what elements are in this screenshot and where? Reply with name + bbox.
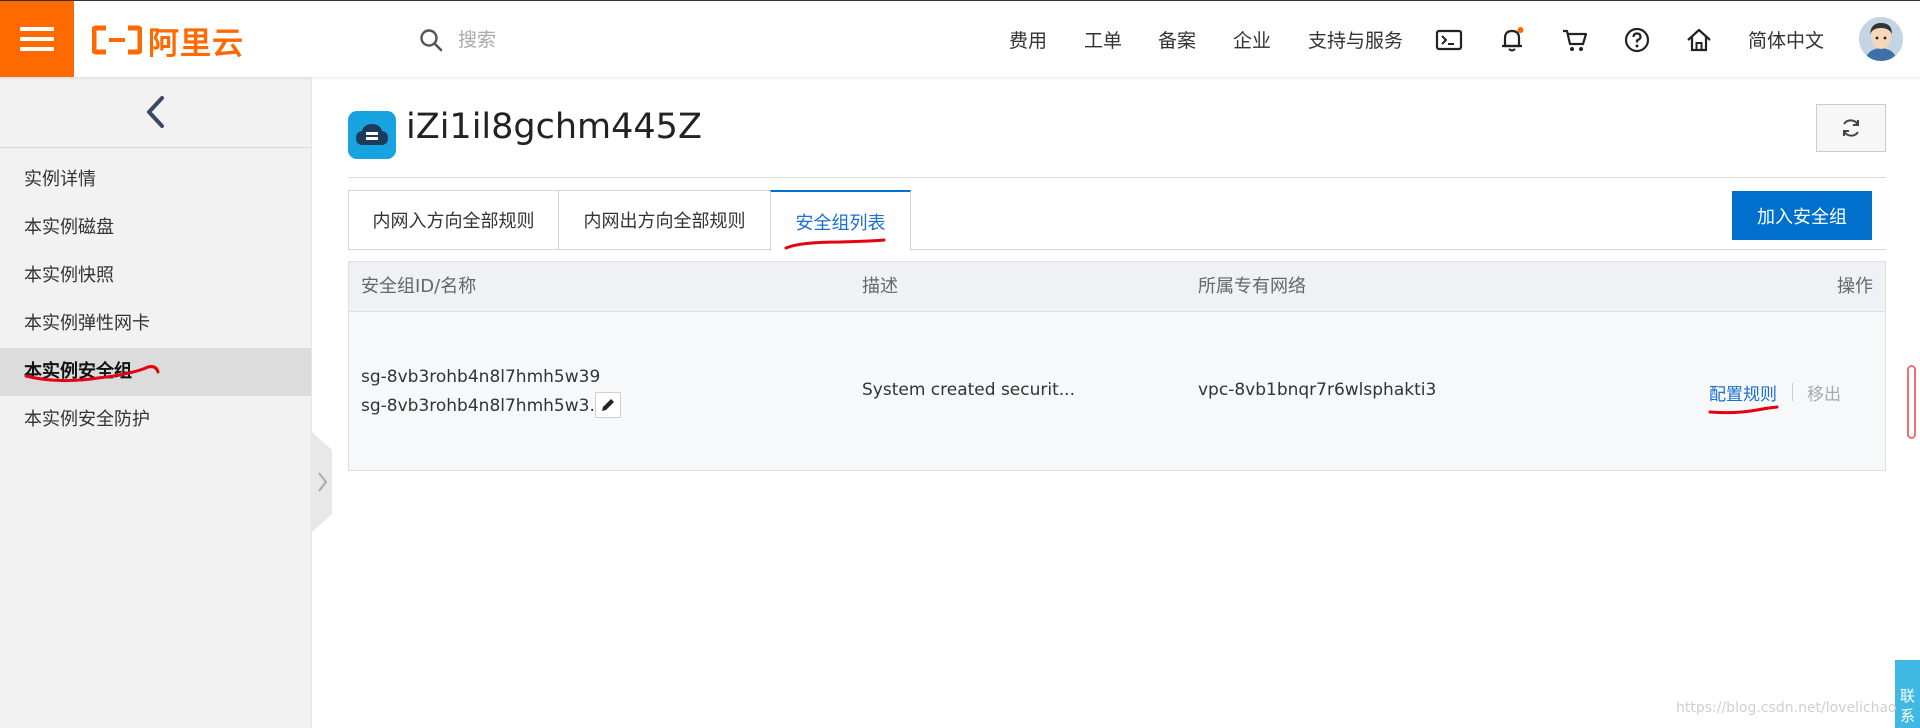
brand-name: 阿里云 [148, 25, 244, 62]
column-header-actions: 操作 [1837, 276, 1873, 297]
nav-item-tickets[interactable]: 工单 [1084, 1, 1122, 77]
language-selector[interactable]: 简体中文 [1748, 1, 1824, 77]
page-scrollbar-thumb[interactable] [1907, 365, 1916, 439]
security-group-description: System created securit... [862, 380, 1075, 400]
join-security-group-button[interactable]: 加入安全组 [1732, 191, 1872, 240]
refresh-button[interactable] [1816, 104, 1886, 152]
security-group-name: sg-8vb3rohb4n8l7hmh5w3... [361, 396, 606, 416]
table-row: sg-8vb3rohb4n8l7hmh5w39 sg-8vb3rohb4n8l7… [349, 312, 1885, 470]
security-group-vpc: vpc-8vb1bnqr7r6wlsphakti3 [1198, 380, 1437, 400]
nav-item-billing[interactable]: 费用 [1009, 1, 1047, 77]
avatar[interactable] [1859, 17, 1903, 61]
sidebar: 实例详情 本实例磁盘 本实例快照 本实例弹性网卡 本实例安全组 本实例安全防护 [0, 77, 312, 728]
user-avatar-icon [1859, 17, 1903, 61]
main-content: iZi1il8gchm445Z 内网入方向全部规则 内网出方向全部规则 安全组列… [312, 77, 1920, 728]
help-icon[interactable] [1622, 25, 1652, 55]
edit-name-button[interactable] [595, 392, 621, 418]
sidebar-item-security-protection[interactable]: 本实例安全防护 [0, 396, 311, 444]
security-group-id: sg-8vb3rohb4n8l7hmh5w39 [361, 367, 601, 387]
tab-inbound-rules[interactable]: 内网入方向全部规则 [348, 190, 559, 250]
remove-link[interactable]: 移出 [1807, 380, 1841, 405]
search-box[interactable] [418, 25, 756, 55]
hamburger-icon [20, 27, 54, 51]
menu-button[interactable] [0, 1, 74, 77]
page-title: iZi1il8gchm445Z [406, 107, 702, 147]
tab-security-group-list[interactable]: 安全组列表 [770, 190, 911, 251]
contact-float-button[interactable]: 联系 [1895, 660, 1920, 728]
sidebar-item-snapshots[interactable]: 本实例快照 [0, 252, 311, 300]
security-group-table: 安全组ID/名称 描述 所属专有网络 操作 sg-8vb3rohb4n8l7hm… [348, 261, 1886, 471]
nav-item-support[interactable]: 支持与服务 [1308, 1, 1403, 77]
home-icon[interactable] [1684, 25, 1714, 55]
refresh-icon [1843, 119, 1859, 137]
search-icon[interactable] [418, 27, 444, 53]
aliyun-logo-icon [92, 25, 142, 55]
sidebar-item-security-groups[interactable]: 本实例安全组 [0, 348, 311, 396]
sidebar-item-disks[interactable]: 本实例磁盘 [0, 204, 311, 252]
top-bar: 阿里云 费用 工单 备案 企业 支持与服务 简体中文 [0, 0, 1920, 77]
search-input[interactable] [456, 28, 756, 52]
brand-logo[interactable]: 阿里云 [92, 23, 244, 62]
nav-item-icp[interactable]: 备案 [1158, 1, 1196, 77]
sidebar-item-instance-details[interactable]: 实例详情 [0, 156, 311, 204]
column-header-description: 描述 [862, 276, 898, 297]
sidebar-back-button[interactable] [0, 77, 311, 148]
configure-rules-link[interactable]: 配置规则 [1709, 380, 1777, 405]
ecs-instance-icon [348, 111, 396, 159]
table-header: 安全组ID/名称 描述 所属专有网络 操作 [349, 262, 1885, 312]
chevron-left-icon [146, 96, 164, 128]
watermark: https://blog.csdn.net/lovelichao [1676, 700, 1897, 716]
column-header-vpc: 所属专有网络 [1198, 276, 1306, 297]
bell-icon[interactable] [1497, 25, 1527, 55]
sidebar-item-eni[interactable]: 本实例弹性网卡 [0, 300, 311, 348]
pencil-icon [602, 399, 614, 411]
column-header-id-name: 安全组ID/名称 [361, 276, 477, 297]
terminal-icon[interactable] [1434, 25, 1464, 55]
nav-item-enterprise[interactable]: 企业 [1233, 1, 1271, 77]
cart-icon[interactable] [1560, 25, 1590, 55]
action-separator [1792, 383, 1793, 401]
title-divider [348, 177, 1886, 178]
tab-outbound-rules[interactable]: 内网出方向全部规则 [558, 190, 771, 250]
